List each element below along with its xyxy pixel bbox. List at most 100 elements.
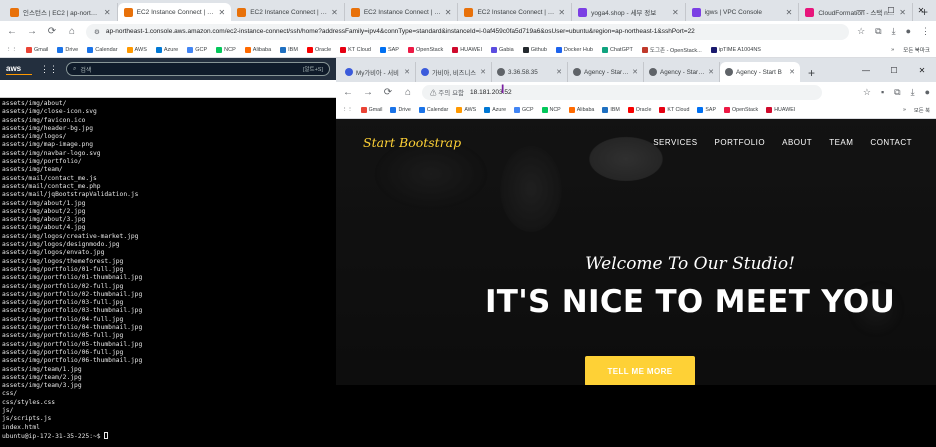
all-bookmarks-folder[interactable]: 모든 북 [914, 106, 930, 114]
bookmark-item[interactable]: HUAWEI [452, 46, 482, 53]
tab-close-icon[interactable]: ✕ [218, 8, 225, 17]
bookmark-item[interactable]: AWS [126, 46, 147, 53]
bookmark-item[interactable]: GCP [187, 46, 207, 53]
outer-tab[interactable]: EC2 Instance Connect | ap-no✕ [345, 3, 459, 21]
inner-tab[interactable]: My가비아 - 서비 ✕ [340, 62, 416, 82]
download-icon[interactable]: ⤓ [892, 26, 896, 37]
inner-tab[interactable]: Agency - Start B ✕ [720, 62, 800, 82]
nav-link-team[interactable]: TEAM [829, 138, 853, 147]
bookmark-item[interactable]: Drive [390, 107, 411, 113]
aws-search-input[interactable]: ⌕ 검색 [알트+S] [66, 62, 330, 76]
inner-profile-icon[interactable]: ● [925, 87, 930, 98]
inner-download-icon[interactable]: ⤓ [911, 87, 915, 98]
bookmark-item[interactable]: ipTIME A1004NS [710, 46, 761, 53]
tab-close-icon[interactable]: ✕ [789, 68, 795, 76]
inner-extensions-icon[interactable]: ⧉ [894, 87, 900, 98]
tab-close-icon[interactable]: ✕ [445, 8, 452, 17]
bookmark-item[interactable]: Drive [57, 46, 78, 53]
bookmark-item[interactable]: NCP [541, 107, 561, 113]
bookmark-item[interactable]: Gmail [26, 46, 48, 53]
bookmark-item[interactable]: KT Cloud [659, 107, 689, 113]
outer-tab[interactable]: 인스턴스 | EC2 | ap-northeast ✕ [4, 3, 118, 21]
tab-close-icon[interactable]: ✕ [331, 8, 338, 17]
outer-tab[interactable]: EC2 Instance Connect | ap-no✕ [231, 3, 345, 21]
close-window-button[interactable]: ✕ [906, 0, 936, 21]
bookmark-item[interactable]: SAP [697, 107, 716, 113]
inner-bookmark-star-icon[interactable]: ☆ [863, 87, 871, 98]
bookmark-star-icon[interactable]: ☆ [857, 26, 865, 37]
minimize-button[interactable]: — [846, 0, 876, 21]
menu-icon[interactable]: ⋮ [921, 26, 930, 37]
tab-close-icon[interactable]: ✕ [672, 8, 679, 17]
tab-close-icon[interactable]: ✕ [708, 68, 714, 76]
nav-link-services[interactable]: SERVICES [653, 138, 697, 147]
nav-link-about[interactable]: ABOUT [782, 138, 812, 147]
bookmark-item[interactable]: Alibaba [244, 46, 271, 53]
nav-link-portfolio[interactable]: PORTFOLIO [715, 138, 766, 147]
bookmark-item[interactable]: OpenStack [724, 107, 758, 113]
bookmark-item[interactable]: Azure [155, 46, 178, 53]
inner-tab[interactable]: Agency - Start B ✕ [568, 62, 644, 82]
bookmark-item[interactable]: Calendar [418, 107, 448, 113]
outer-address-bar[interactable]: ⚙ ap-northeast-1.console.aws.amazon.com/… [86, 23, 850, 40]
bookmark-item[interactable]: Gabia [491, 46, 514, 53]
bookmark-item[interactable]: OpenStack [407, 46, 443, 53]
bookmark-item[interactable]: AWS [456, 107, 476, 113]
tab-close-icon[interactable]: ✕ [104, 8, 111, 17]
bookmark-item[interactable]: 도그존 - OpenStack... [641, 46, 702, 54]
aws-logo[interactable]: aws [6, 64, 32, 75]
bookmark-item[interactable]: Azure [484, 107, 506, 113]
bookmark-item[interactable]: Github [522, 46, 547, 53]
bookmark-item[interactable]: SAP [379, 46, 399, 53]
ssh-terminal[interactable]: assets/img/about/assets/img/close-icon.s… [0, 98, 336, 447]
site-brand-logo[interactable]: Start Bootstrap [363, 135, 461, 150]
inner-tab[interactable]: Agency - Start B ✕ [644, 62, 720, 82]
bookmark-item[interactable]: ChatGPT [601, 46, 633, 53]
inner-back-icon[interactable]: ← [342, 87, 354, 98]
tab-close-icon[interactable]: ✕ [556, 68, 562, 76]
apps-grid-icon[interactable]: ⋮⋮ [342, 107, 353, 113]
forward-icon[interactable]: → [26, 26, 38, 37]
inner-address-bar[interactable]: ⚠ 주의 요함 18.181.203.52 [422, 84, 822, 100]
bookmark-item[interactable]: NCP [216, 46, 236, 53]
inner-new-tab-button[interactable]: + [800, 64, 823, 82]
bookmark-item[interactable]: Calendar [87, 46, 118, 53]
outer-tab[interactable]: igws | VPC Console ✕ [686, 3, 800, 21]
outer-tab[interactable]: yoga4.shop - 세부 정보 ✕ [572, 3, 686, 21]
home-icon[interactable]: ⌂ [66, 26, 78, 37]
bookmark-item[interactable]: Docker Hub [555, 46, 593, 53]
profile-icon[interactable]: ● [906, 26, 911, 37]
back-icon[interactable]: ← [6, 26, 18, 37]
inner-forward-icon[interactable]: → [362, 87, 374, 98]
tab-close-icon[interactable]: ✕ [404, 68, 410, 76]
bookmark-item[interactable]: Alibaba [568, 107, 594, 113]
inner-tab[interactable]: 3.36.58.35 ✕ [492, 62, 568, 82]
tab-close-icon[interactable]: ✕ [480, 68, 486, 76]
bookmarks-more-button[interactable]: » [891, 47, 894, 53]
reload-icon[interactable]: ⟳ [46, 26, 58, 37]
inner-home-icon[interactable]: ⌂ [402, 87, 414, 98]
bookmark-item[interactable]: KT Cloud [340, 46, 371, 53]
inner-tab[interactable]: 가비아, 비즈니스 ✕ [416, 62, 492, 82]
maximize-button[interactable]: ☐ [876, 0, 906, 21]
not-secure-badge[interactable]: ⚠ 주의 요함 [430, 87, 464, 97]
bookmarks-more-button[interactable]: » [903, 107, 906, 113]
tell-me-more-button[interactable]: TELL ME MORE [585, 356, 695, 385]
bookmark-item[interactable]: Oracle [306, 46, 331, 53]
inner-reload-icon[interactable]: ⟳ [382, 87, 394, 98]
tab-close-icon[interactable]: ✕ [632, 68, 638, 76]
apps-grid-icon[interactable]: ⋮⋮ [6, 47, 17, 53]
bookmark-item[interactable]: Oracle [627, 107, 651, 113]
inner-maximize-button[interactable]: ☐ [880, 58, 908, 82]
bookmark-item[interactable]: IBM [280, 46, 298, 53]
bookmark-item[interactable]: HUAWEI [766, 107, 795, 113]
tab-close-icon[interactable]: ✕ [558, 8, 565, 17]
extensions-icon[interactable]: ⧉ [875, 26, 881, 37]
inner-cast-icon[interactable]: ▪ [881, 87, 884, 98]
tab-close-icon[interactable]: ✕ [786, 8, 793, 17]
site-info-icon[interactable]: ⚙ [94, 28, 100, 36]
services-grid-icon[interactable]: ⋮⋮ [40, 64, 58, 75]
inner-minimize-button[interactable]: — [852, 58, 880, 82]
outer-tab[interactable]: EC2 Instance Connect | ap-no✕ [117, 3, 232, 21]
outer-tab[interactable]: EC2 Instance Connect | ap-no✕ [458, 3, 573, 21]
